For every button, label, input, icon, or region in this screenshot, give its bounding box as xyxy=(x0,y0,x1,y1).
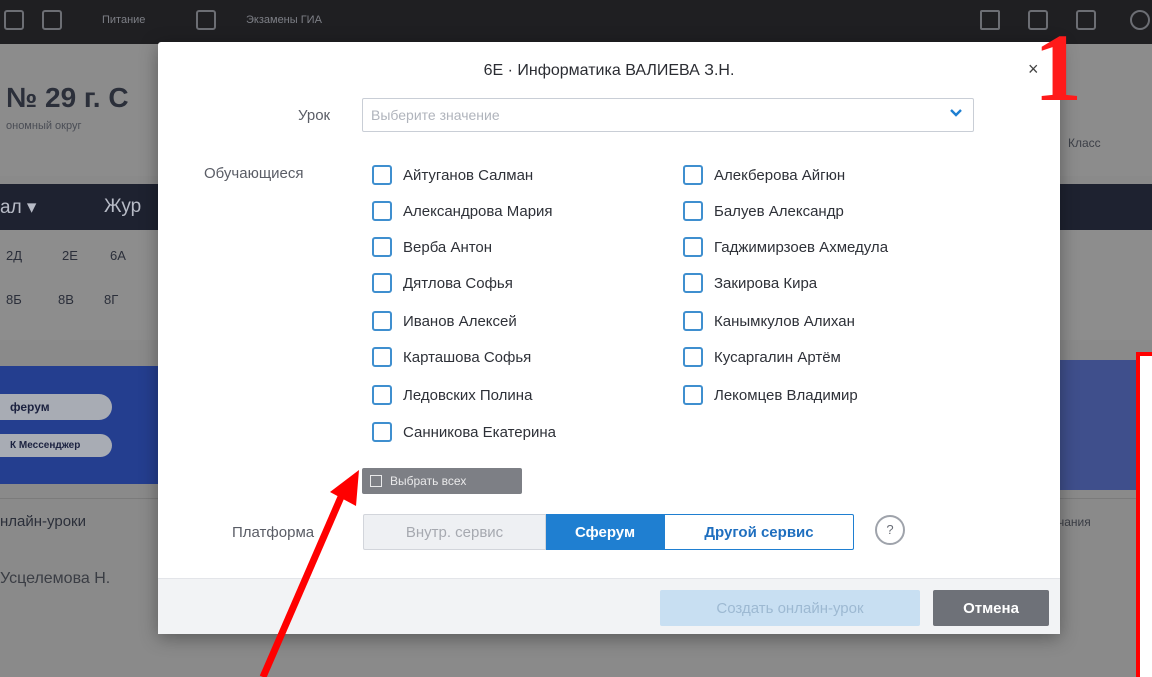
create-lesson-modal: 6Е · Информатика ВАЛИЕВА З.Н. × Урок Выб… xyxy=(158,42,1060,634)
student-checkbox[interactable]: Санникова Екатерина xyxy=(372,420,556,444)
student-checkbox[interactable]: Ледовских Полина xyxy=(372,383,532,407)
checkbox[interactable] xyxy=(372,201,392,221)
student-name: Ледовских Полина xyxy=(403,386,533,404)
student-name: Александрова Мария xyxy=(403,202,553,220)
checkbox[interactable] xyxy=(372,422,392,442)
student-name: Иванов Алексей xyxy=(403,312,517,330)
checkbox[interactable] xyxy=(683,385,703,405)
select-all-button[interactable]: Выбрать всех xyxy=(362,468,522,494)
student-name: Айтуганов Салман xyxy=(403,166,534,184)
tab-notes[interactable]: чания xyxy=(1058,515,1091,529)
topbar-item-food[interactable]: Питание xyxy=(102,14,145,26)
student-checkbox[interactable]: Карташова Софья xyxy=(372,345,531,369)
exam-icon[interactable] xyxy=(196,10,216,30)
class-chip[interactable]: 8В xyxy=(58,292,74,307)
class-chip[interactable]: 8Г xyxy=(104,292,118,307)
student-checkbox[interactable]: Айтуганов Салман xyxy=(372,163,533,187)
class-chip[interactable]: 8Б xyxy=(6,292,22,307)
teacher-name: Усцелемова Н. xyxy=(0,570,111,587)
student-name: Дятлова Софья xyxy=(403,274,513,292)
students-label: Обучающиеся xyxy=(204,165,304,182)
student-checkbox[interactable]: Лекомцев Владимир xyxy=(683,383,858,407)
help-icon[interactable] xyxy=(1130,10,1150,30)
people-icon[interactable] xyxy=(4,10,24,30)
mail-icon[interactable] xyxy=(980,10,1000,30)
student-name: Закирова Кира xyxy=(714,274,818,292)
school-title: № 29 г. С xyxy=(6,82,129,113)
student-name: Лекомцев Владимир xyxy=(714,386,858,404)
checkbox[interactable] xyxy=(372,273,392,293)
checkbox[interactable] xyxy=(372,165,392,185)
sferum-pill[interactable]: ферум xyxy=(0,394,112,420)
lesson-select[interactable]: Выберите значение xyxy=(362,98,974,132)
checkbox[interactable] xyxy=(683,237,703,257)
platform-option-sferum[interactable]: Сферум xyxy=(546,514,664,550)
checkbox[interactable] xyxy=(372,237,392,257)
messenger-pill[interactable]: К Мессенджер xyxy=(0,434,112,457)
student-name: Карташова Софья xyxy=(403,348,532,366)
student-checkbox[interactable]: Гаджимирзоев Ахмедула xyxy=(683,235,888,259)
student-name: Алекберова Айгюн xyxy=(714,166,846,184)
checkbox[interactable] xyxy=(372,385,392,405)
help-icon[interactable]: ? xyxy=(875,515,905,545)
annotation-box xyxy=(1136,352,1152,677)
nav-item-journal[interactable]: Жур xyxy=(104,196,141,218)
tab-online-lessons[interactable]: нлайн-уроки xyxy=(0,513,86,530)
top-bar: Питание Экзамены ГИА xyxy=(0,0,1152,44)
cancel-button[interactable]: Отмена xyxy=(933,590,1049,626)
student-checkbox[interactable]: Верба Антон xyxy=(372,235,492,259)
platform-option-internal[interactable]: Внутр. сервис xyxy=(363,514,546,550)
class-chip[interactable]: 2Д xyxy=(6,248,22,263)
student-checkbox[interactable]: Алекберова Айгюн xyxy=(683,163,845,187)
checkbox[interactable] xyxy=(683,311,703,331)
create-lesson-button[interactable]: Создать онлайн-урок xyxy=(660,590,920,626)
student-name: Кусаргалин Артём xyxy=(714,348,841,366)
class-chip[interactable]: 6А xyxy=(110,248,126,263)
checkbox[interactable] xyxy=(372,311,392,331)
checkbox[interactable] xyxy=(683,201,703,221)
student-name: Балуев Александр xyxy=(714,202,844,220)
library-icon[interactable] xyxy=(42,10,62,30)
modal-title: 6Е · Информатика ВАЛИЕВА З.Н. xyxy=(483,62,735,79)
lesson-select-placeholder: Выберите значение xyxy=(371,107,500,123)
promo-banner: ферум К Мессенджер xyxy=(0,366,165,484)
chevron-down-icon xyxy=(950,109,962,117)
select-all-label: Выбрать всех xyxy=(390,474,467,488)
modal-footer xyxy=(158,578,1060,634)
checkbox[interactable] xyxy=(683,347,703,367)
student-checkbox[interactable]: Балуев Александр xyxy=(683,199,844,223)
student-checkbox[interactable]: Закирова Кира xyxy=(683,271,817,295)
step-number-annotation: 1 xyxy=(1034,14,1082,121)
student-name: Санникова Екатерина xyxy=(403,423,556,441)
nav-item-journal-menu[interactable]: ал ▾ xyxy=(0,196,36,219)
school-subtitle: ономный округ xyxy=(6,120,82,132)
student-checkbox[interactable]: Кусаргалин Артём xyxy=(683,345,841,369)
checkbox[interactable] xyxy=(683,273,703,293)
student-checkbox[interactable]: Александрова Мария xyxy=(372,199,553,223)
checkbox[interactable] xyxy=(372,347,392,367)
student-checkbox[interactable]: Дятлова Софья xyxy=(372,271,513,295)
student-name: Гаджимирзоев Ахмедула xyxy=(714,238,889,256)
student-checkbox[interactable]: Иванов Алексей xyxy=(372,309,517,333)
platform-option-other[interactable]: Другой сервис xyxy=(664,514,854,550)
student-name: Канымкулов Алихан xyxy=(714,312,855,330)
student-name: Верба Антон xyxy=(403,238,493,256)
platform-label: Платформа xyxy=(232,524,315,541)
lesson-label: Урок xyxy=(298,107,331,124)
checkbox-icon xyxy=(370,475,382,487)
student-checkbox[interactable]: Канымкулов Алихан xyxy=(683,309,855,333)
class-chip[interactable]: 2Е xyxy=(62,248,78,263)
klass-label[interactable]: Класс xyxy=(1068,136,1101,150)
checkbox[interactable] xyxy=(683,165,703,185)
topbar-item-exams[interactable]: Экзамены ГИА xyxy=(246,14,322,26)
